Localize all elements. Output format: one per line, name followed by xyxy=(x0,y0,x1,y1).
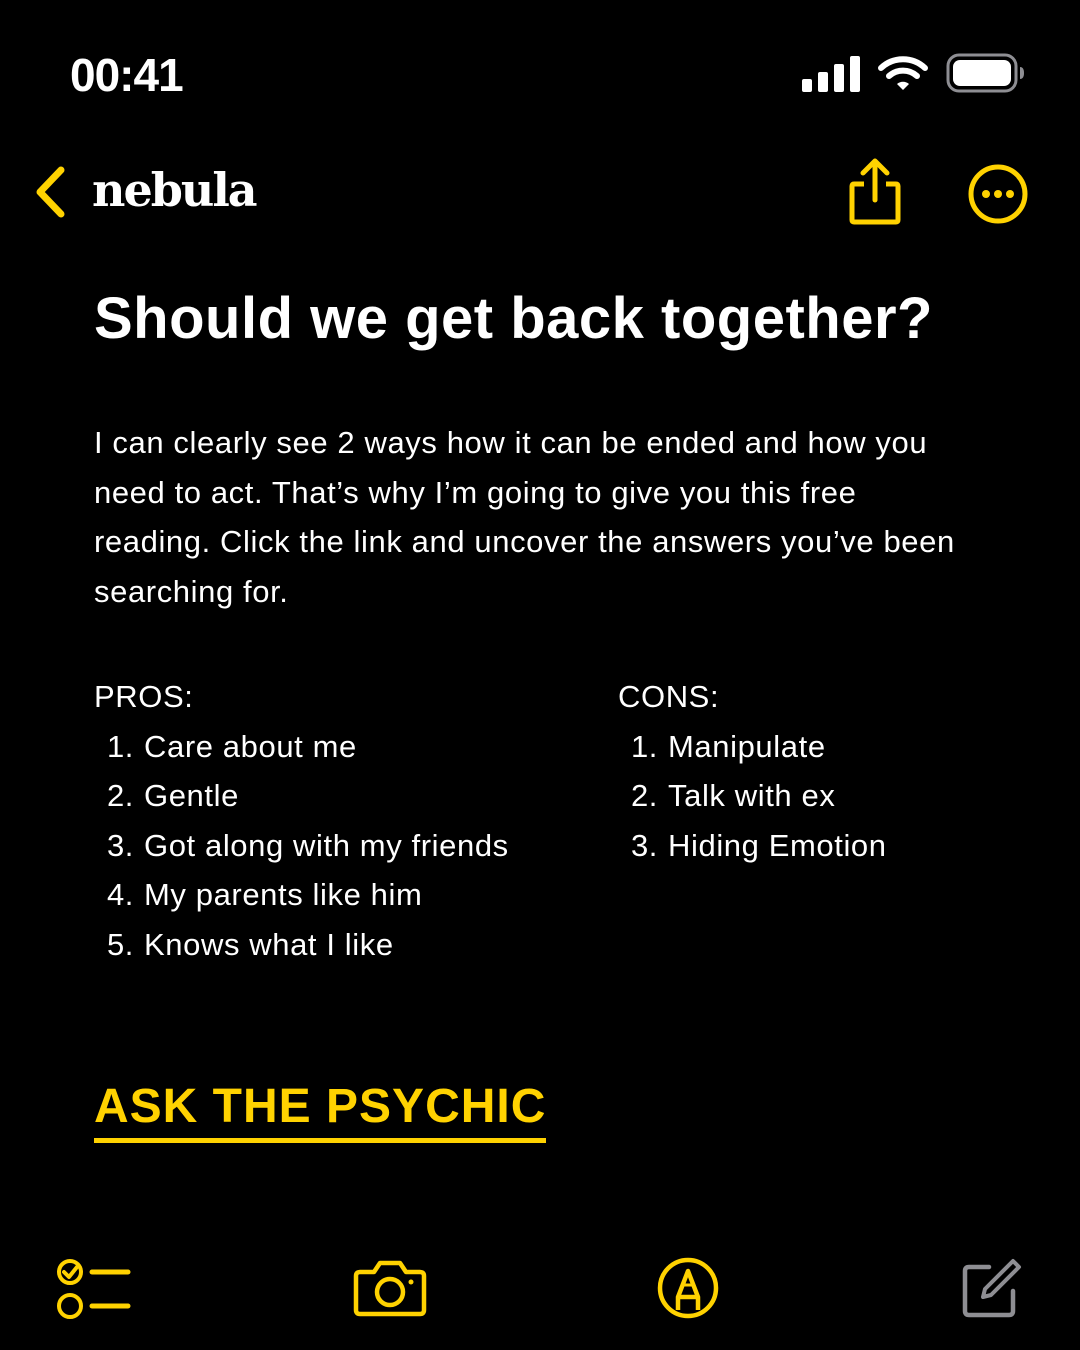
nav-bar: nebula xyxy=(0,150,1080,240)
compose-icon xyxy=(962,1259,1021,1318)
camera-icon xyxy=(353,1260,427,1317)
list-item-text: Gentle xyxy=(144,778,239,813)
list-item[interactable]: 2. Talk with ex xyxy=(618,771,994,821)
wifi-icon xyxy=(878,56,928,90)
pen-tip-circle-icon xyxy=(657,1257,719,1319)
list-item[interactable]: 5. Knows what I like xyxy=(94,920,564,970)
more-button[interactable] xyxy=(966,162,1030,226)
pros-column: PROS: 1. Care about me 2. Gentle 3. Got alo… xyxy=(94,672,564,969)
note-body[interactable]: I can clearly see 2 ways how it can be e… xyxy=(94,418,974,616)
checklist-icon xyxy=(57,1259,131,1319)
cellular-signal-icon xyxy=(802,56,860,92)
list-item-number: 3. xyxy=(106,827,134,863)
battery-icon xyxy=(946,53,1024,93)
pros-list: 1. Care about me 2. Gentle 3. Got along wit… xyxy=(94,722,564,970)
bottom-toolbar xyxy=(0,1240,1080,1330)
cons-list: 1. Manipulate 2. Talk with ex 3. Hiding Emo… xyxy=(618,722,994,871)
list-item[interactable]: 1. Manipulate xyxy=(618,722,994,772)
share-button[interactable] xyxy=(844,156,906,226)
cons-column: CONS: 1. Manipulate 2. Talk with ex 3. Hidi… xyxy=(618,672,994,870)
status-bar: 00:41 xyxy=(0,0,1080,140)
list-item-text: Care about me xyxy=(144,728,357,764)
list-item-text: Talk with ex xyxy=(668,778,836,813)
list-item-text: Knows what I like xyxy=(144,926,394,962)
markup-button[interactable] xyxy=(648,1248,728,1328)
status-icons xyxy=(802,50,1026,96)
camera-button[interactable] xyxy=(350,1248,430,1328)
status-time: 00:41 xyxy=(70,49,184,101)
note-title[interactable]: Should we get back together? xyxy=(94,282,994,356)
list-item-number: 5. xyxy=(106,926,134,962)
list-item-text: Manipulate xyxy=(668,728,826,764)
list-item-number: 1. xyxy=(106,728,134,764)
compose-button[interactable] xyxy=(948,1248,1028,1328)
ellipsis-circle-icon xyxy=(968,164,1028,224)
nav-title: nebula xyxy=(92,163,258,217)
list-item[interactable]: 2. Gentle xyxy=(94,771,564,821)
list-item[interactable]: 1. Care about me xyxy=(94,722,564,772)
note-content: Should we get back together? I can clear… xyxy=(94,282,994,616)
ask-the-psychic-link[interactable]: ASK THE PSYCHIC xyxy=(94,1078,547,1143)
list-item-number: 2. xyxy=(106,778,134,813)
checklist-button[interactable] xyxy=(54,1248,134,1328)
list-item[interactable]: 3. Got along with my friends xyxy=(94,821,564,871)
pros-heading[interactable]: PROS: xyxy=(94,672,564,722)
share-icon xyxy=(849,158,901,225)
list-item-number: 4. xyxy=(106,877,134,912)
list-item-number: 2. xyxy=(630,778,658,813)
chevron-left-icon xyxy=(36,166,65,218)
list-item-text: My parents like him xyxy=(144,877,423,912)
list-item[interactable]: 3. Hiding Emotion xyxy=(618,821,994,871)
list-item-number: 3. xyxy=(630,827,658,863)
list-item[interactable]: 4. My parents like him xyxy=(94,870,564,920)
cons-heading[interactable]: CONS: xyxy=(618,672,994,722)
list-item-text: Hiding Emotion xyxy=(668,827,887,863)
back-button[interactable] xyxy=(28,162,72,222)
list-item-number: 1. xyxy=(630,728,658,764)
list-item-text: Got along with my friends xyxy=(144,827,509,863)
